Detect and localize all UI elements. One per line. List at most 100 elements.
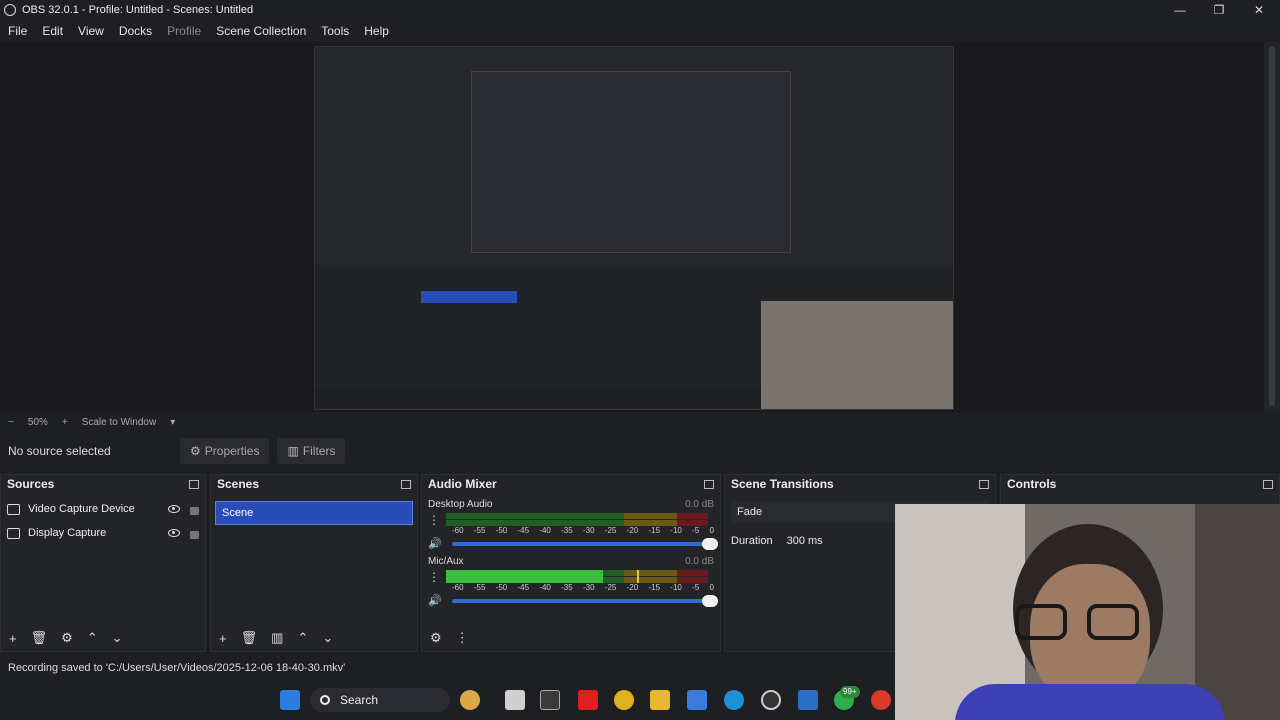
audio-mixer-title: Audio Mixer	[428, 477, 497, 491]
tick-label: -40	[539, 526, 551, 535]
audio-mixer-dock: Audio Mixer Desktop Audio 0.0 dB ⋮ -60 -5…	[421, 474, 721, 652]
obs-logo-icon	[4, 4, 16, 16]
menu-view[interactable]: View	[78, 24, 104, 38]
tick-label: -40	[539, 583, 551, 592]
undock-icon[interactable]	[189, 479, 199, 489]
tick-label: -35	[561, 526, 573, 535]
scale-mode-select[interactable]: Scale to Window	[82, 417, 156, 428]
tick-label: -35	[561, 583, 573, 592]
source-item-label: Video Capture Device	[28, 503, 135, 515]
tick-label: -45	[517, 526, 530, 535]
window-title: OBS 32.0.1 - Profile: Untitled - Scenes:…	[22, 4, 254, 16]
chrome-icon[interactable]	[871, 690, 891, 710]
tick-label: -55	[473, 526, 486, 535]
menu-file[interactable]: File	[8, 24, 27, 38]
audio-channel: Mic/Aux 0.0 dB ⋮ -60 -55 -50 -45 -40 -35 -30 -2…	[422, 556, 720, 607]
volume-knob[interactable]	[702, 594, 718, 607]
zoom-in-button[interactable]: +	[62, 417, 68, 428]
add-scene-button[interactable]: +	[219, 631, 227, 646]
more-options-icon[interactable]: ⋮	[456, 630, 469, 646]
source-toolbar: No source selected ⚙ Properties ▥ Filters	[0, 436, 1280, 466]
tick-label: -60	[452, 583, 464, 592]
filters-button[interactable]: ▥ Filters	[277, 438, 346, 464]
move-up-button[interactable]: ⌃	[87, 630, 98, 646]
preview-canvas[interactable]	[314, 46, 954, 410]
speaker-icon[interactable]: 🔊	[428, 537, 444, 550]
channel-menu-icon[interactable]: ⋮	[428, 513, 440, 527]
trash-icon[interactable]: 🗑	[31, 630, 48, 646]
close-button[interactable]: ✕	[1240, 0, 1278, 20]
source-item[interactable]: Video Capture Device	[1, 497, 205, 521]
tick-label: -60	[452, 526, 464, 535]
undock-icon[interactable]	[1263, 479, 1273, 489]
tick-label: -50	[495, 583, 508, 592]
menu-help[interactable]: Help	[364, 24, 389, 38]
sources-title: Sources	[7, 477, 55, 491]
eye-icon[interactable]	[168, 505, 180, 513]
file-icon[interactable]	[505, 690, 525, 710]
menu-scene-collection[interactable]: Scene Collection	[216, 24, 306, 38]
webcam-overlay	[895, 504, 1280, 720]
channel-menu-icon[interactable]: ⋮	[428, 570, 440, 584]
add-source-button[interactable]: +	[9, 631, 17, 646]
filter-icon[interactable]: ▥	[271, 630, 283, 646]
volume-slider[interactable]	[452, 537, 718, 550]
tick-label: -20	[626, 583, 639, 592]
lock-icon[interactable]	[190, 530, 199, 539]
menu-tools[interactable]: Tools	[321, 24, 349, 38]
undock-icon[interactable]	[401, 479, 411, 489]
filter-icon: ▥	[287, 444, 299, 458]
tick-label: -5	[692, 583, 700, 592]
gear-icon[interactable]: ⚙	[430, 630, 442, 646]
nested-taskbar	[315, 389, 761, 409]
eye-icon[interactable]	[168, 529, 180, 537]
chrome-icon[interactable]	[614, 690, 634, 710]
source-item-label: Display Capture	[28, 527, 107, 539]
undock-icon[interactable]	[979, 479, 989, 489]
folder-icon[interactable]	[650, 690, 670, 710]
weather-icon[interactable]	[460, 690, 480, 710]
duration-field[interactable]: 300 ms	[787, 535, 823, 547]
duration-label: Duration	[731, 535, 773, 547]
menu-docks[interactable]: Docks	[119, 24, 152, 38]
youtube-icon[interactable]	[578, 690, 598, 710]
volume-meter	[446, 570, 708, 584]
preview-scrollbar[interactable]	[1264, 42, 1280, 412]
restore-button[interactable]: ❐	[1200, 0, 1238, 20]
edge-icon[interactable]	[724, 690, 744, 710]
taskbar-search[interactable]: Search	[310, 688, 450, 712]
meter-level	[446, 570, 604, 583]
scene-item[interactable]: Scene	[215, 501, 413, 525]
windows-start-icon[interactable]	[280, 690, 300, 710]
undock-icon[interactable]	[704, 479, 714, 489]
meter-peak	[637, 570, 640, 583]
move-up-button[interactable]: ⌃	[297, 630, 308, 646]
no-source-label: No source selected	[8, 444, 111, 458]
zoom-out-button[interactable]: −	[8, 417, 14, 428]
move-down-button[interactable]: ⌄	[322, 630, 333, 646]
volume-knob[interactable]	[702, 537, 718, 550]
tick-label: 0	[709, 583, 714, 592]
source-item[interactable]: Display Capture	[1, 521, 205, 545]
menu-profile[interactable]: Profile	[167, 24, 201, 38]
chevron-down-icon[interactable]: ▾	[170, 417, 175, 428]
minimize-button[interactable]: —	[1161, 0, 1199, 20]
properties-button[interactable]: ⚙ Properties	[180, 438, 270, 464]
lock-icon[interactable]	[190, 506, 199, 515]
menu-edit[interactable]: Edit	[42, 24, 63, 38]
speaker-icon[interactable]: 🔊	[428, 594, 444, 607]
tick-label: -5	[692, 526, 700, 535]
move-down-button[interactable]: ⌄	[112, 630, 123, 646]
app-icon[interactable]	[540, 690, 560, 710]
gear-icon[interactable]: ⚙	[61, 630, 73, 646]
shield-icon[interactable]	[687, 690, 707, 710]
vscode-icon[interactable]	[798, 690, 818, 710]
audio-channel: Desktop Audio 0.0 dB ⋮ -60 -55 -50 -45 -40 -3…	[422, 499, 720, 550]
scenes-title: Scenes	[217, 477, 260, 491]
trash-icon[interactable]: 🗑	[241, 630, 258, 646]
notification-badge: 99+	[840, 686, 860, 698]
tick-label: -55	[473, 583, 486, 592]
volume-slider[interactable]	[452, 594, 718, 607]
obs-taskbar-icon[interactable]	[761, 690, 781, 710]
tick-label: -20	[626, 526, 639, 535]
